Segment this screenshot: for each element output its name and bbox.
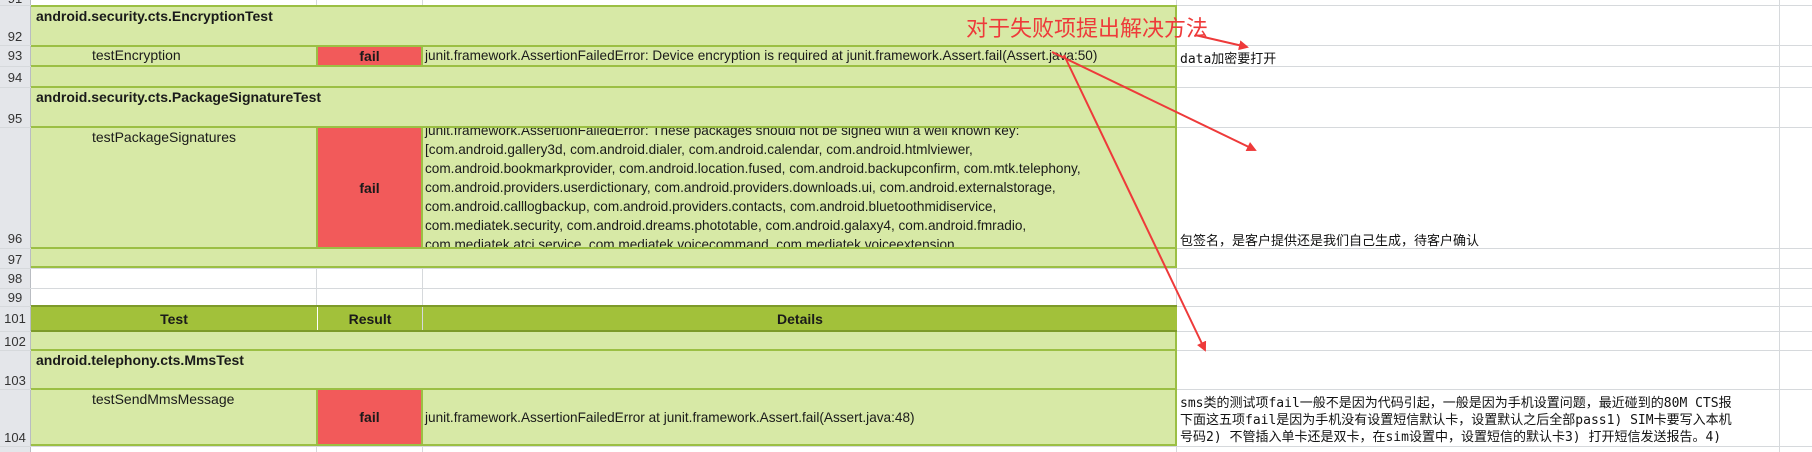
arrow-to-encryption-note <box>1194 34 1249 51</box>
annotation-arrows <box>1051 34 1257 352</box>
arrow-to-package-note <box>1051 51 1257 152</box>
arrow-to-mms-note <box>1063 54 1207 352</box>
